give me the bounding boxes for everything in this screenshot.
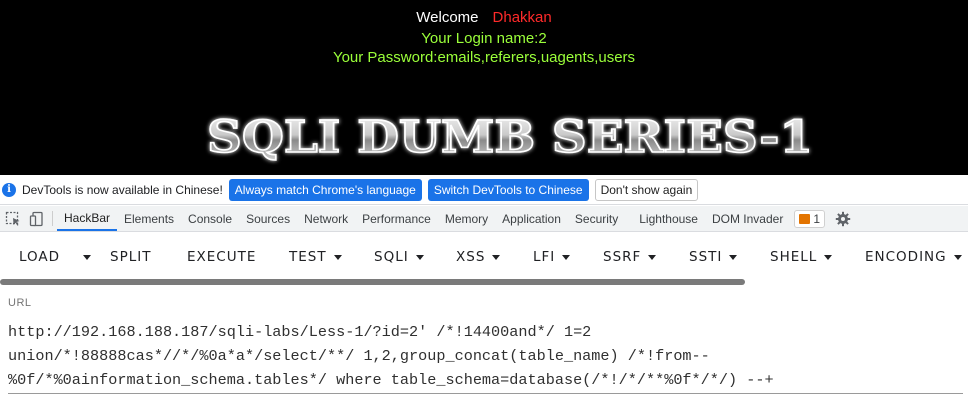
tab-performance[interactable]: Performance <box>355 206 438 231</box>
hackbar-button-label: ENCODING <box>865 249 947 265</box>
url-line: http://192.168.188.187/sqli-labs/Less-1/… <box>8 323 592 341</box>
tab-dom-invader[interactable]: DOM Invader <box>705 206 790 231</box>
sqli-dumb-series-banner: SQLI DUMB SERIES-1 <box>206 111 814 164</box>
tab-application[interactable]: Application <box>495 206 568 231</box>
hackbar-button-label: SQLI <box>374 249 409 265</box>
banner-text: SQLI DUMB SERIES-1 <box>207 112 813 163</box>
hackbar-button-label: SSRF <box>603 249 642 265</box>
dont-show-again-button[interactable]: Don't show again <box>594 178 699 201</box>
inspect-element-icon[interactable] <box>0 206 26 231</box>
horizontal-scrollbar[interactable] <box>0 279 745 285</box>
dropdown-caret-icon <box>824 254 833 260</box>
hackbar-ssrf-button[interactable]: SSRF <box>603 249 657 265</box>
hackbar-toolbar: LOAD SPLIT EXECUTE TEST SQLI XSS LFI SSRF SSTI SH… <box>0 233 968 281</box>
url-line: union/*!88888cas*//*/%0a*a*/select/**/ 1… <box>8 347 710 365</box>
dropdown-caret-icon <box>648 254 657 260</box>
hackbar-xss-button[interactable]: XSS <box>456 249 501 265</box>
devtools-language-infobar: i DevTools is now available in Chinese! … <box>0 175 968 205</box>
info-icon: i <box>2 182 16 197</box>
tab-memory[interactable]: Memory <box>438 206 495 231</box>
hackbar-ssti-button[interactable]: SSTI <box>689 249 738 265</box>
devtools-tab-strip: HackBar Elements Console Sources Network Perf… <box>0 206 968 232</box>
tab-sources[interactable]: Sources <box>239 206 297 231</box>
hackbar-shell-button[interactable]: SHELL <box>770 249 833 265</box>
url-line: %0f/*%0ainformation_schema.tables*/ wher… <box>8 371 774 389</box>
tab-network[interactable]: Network <box>297 206 355 231</box>
issues-count: 1 <box>813 211 821 226</box>
devtools-tabs: HackBar Elements Console Sources Network Perf… <box>57 206 790 231</box>
issues-indicator[interactable]: 1 <box>794 206 826 231</box>
tab-console[interactable]: Console <box>181 206 239 231</box>
load-dropdown-caret-icon[interactable] <box>76 254 91 260</box>
tab-lighthouse[interactable]: Lighthouse <box>632 206 705 231</box>
issues-flag-icon <box>799 213 811 224</box>
tab-elements[interactable]: Elements <box>117 206 181 231</box>
tab-hackbar[interactable]: HackBar <box>57 206 118 231</box>
login-name-line: Your Login name:2 <box>421 30 547 47</box>
url-input[interactable]: http://192.168.188.187/sqli-labs/Less-1/… <box>8 320 963 392</box>
hackbar-button-label: LOAD <box>19 249 61 265</box>
settings-gear-icon[interactable] <box>835 206 851 231</box>
hackbar-test-button[interactable]: TEST <box>289 249 342 265</box>
hackbar-sqli-button[interactable]: SQLI <box>374 249 424 265</box>
hackbar-load-button[interactable]: LOAD <box>19 249 60 265</box>
hackbar-split-button[interactable]: SPLIT <box>110 249 151 265</box>
password-line: Your Password:emails,referers,uagents,us… <box>332 49 636 66</box>
dropdown-caret-icon <box>83 254 91 260</box>
dropdown-caret-icon <box>492 254 501 260</box>
sqli-page: Welcome Dhakkan Your Login name:2 Your Pa… <box>0 0 968 175</box>
dropdown-caret-icon <box>953 254 962 260</box>
username-label: Dhakkan <box>492 9 552 26</box>
url-label: URL <box>8 297 32 309</box>
dropdown-caret-icon <box>415 254 424 260</box>
hackbar-button-label: SPLIT <box>110 249 152 265</box>
hackbar-execute-button[interactable]: EXECUTE <box>187 249 256 265</box>
device-toolbar-icon[interactable] <box>26 206 48 231</box>
hackbar-button-label: SSTI <box>689 249 723 265</box>
toolbar-divider <box>52 211 53 226</box>
infobar-message: DevTools is now available in Chinese! <box>22 182 223 197</box>
dropdown-caret-icon <box>562 254 571 260</box>
welcome-label: Welcome <box>416 9 479 26</box>
hackbar-button-label: EXECUTE <box>187 249 257 265</box>
hackbar-encoding-button[interactable]: ENCODING <box>865 249 962 265</box>
dropdown-caret-icon <box>333 254 342 260</box>
always-match-language-button[interactable]: Always match Chrome's language <box>228 178 422 201</box>
dropdown-caret-icon <box>729 254 738 260</box>
switch-devtools-language-button[interactable]: Switch DevTools to Chinese <box>427 178 589 201</box>
welcome-line: Welcome Dhakkan <box>0 9 968 27</box>
hackbar-button-label: XSS <box>456 249 486 265</box>
hackbar-button-label: TEST <box>289 249 327 265</box>
url-input-underline <box>8 393 963 394</box>
hackbar-button-label: SHELL <box>770 249 818 265</box>
hackbar-lfi-button[interactable]: LFI <box>533 249 571 265</box>
hackbar-button-label: LFI <box>533 249 556 265</box>
tab-security[interactable]: Security <box>568 206 632 231</box>
